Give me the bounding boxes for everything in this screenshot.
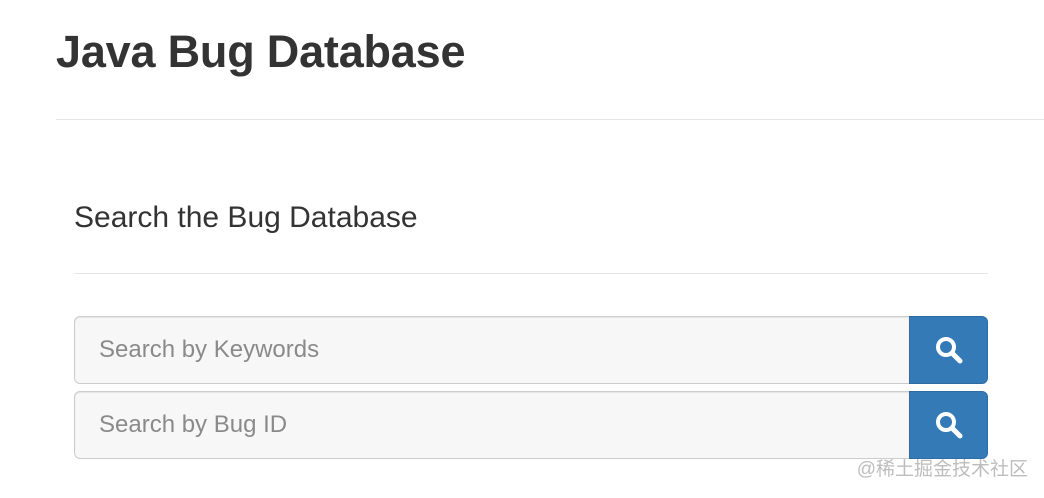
bug-id-search-input[interactable] bbox=[74, 391, 909, 459]
page-title: Java Bug Database bbox=[56, 26, 466, 77]
keyword-search-input[interactable] bbox=[74, 316, 909, 384]
keyword-search-button[interactable] bbox=[909, 316, 988, 384]
bug-id-search-button[interactable] bbox=[909, 391, 988, 459]
keyword-search-group bbox=[74, 316, 988, 384]
search-panel-divider bbox=[74, 273, 988, 274]
search-panel: Search the Bug Database bbox=[74, 190, 988, 459]
bug-id-search-group bbox=[74, 391, 988, 459]
search-icon bbox=[935, 337, 962, 364]
title-divider bbox=[56, 119, 1044, 120]
watermark: @稀土掘金技术社区 bbox=[856, 459, 1028, 480]
search-panel-heading: Search the Bug Database bbox=[74, 201, 418, 234]
search-icon bbox=[935, 412, 962, 439]
